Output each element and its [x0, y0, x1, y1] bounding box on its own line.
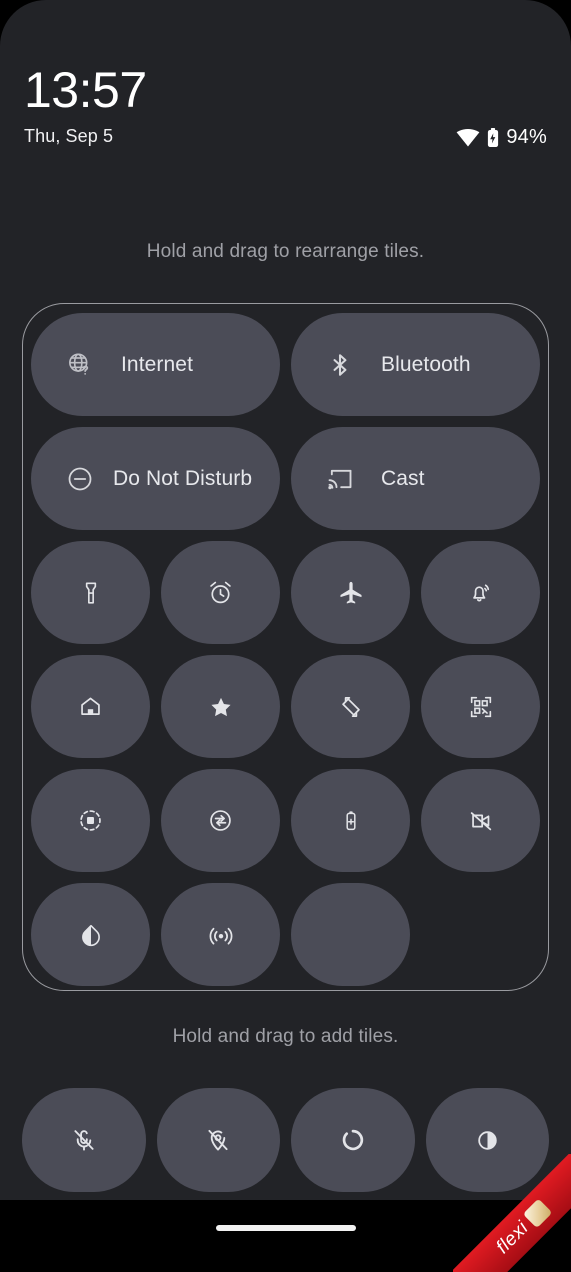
battery-percent-label: 94% [506, 126, 547, 148]
airplane-icon [336, 578, 366, 608]
tile-row [31, 655, 540, 758]
tile-battery-saver[interactable] [291, 769, 410, 872]
tile-nearby-share[interactable] [161, 883, 280, 986]
tile-data-saver[interactable] [161, 769, 280, 872]
tile-cast[interactable]: Cast [291, 427, 540, 530]
tile-row: Do Not Disturb Cast [31, 427, 540, 530]
auto-rotate-icon [336, 692, 366, 722]
tile-qr-scanner[interactable] [421, 655, 540, 758]
tile-color-correction[interactable] [291, 1088, 415, 1192]
flashlight-icon [76, 578, 106, 608]
tile-label: Bluetooth [381, 352, 471, 376]
tile-empty-slot[interactable] [291, 883, 410, 986]
tile-row [31, 883, 540, 986]
tile-dark-theme[interactable] [31, 883, 150, 986]
tile-invert-colors[interactable] [425, 1088, 549, 1192]
tile-bluetooth[interactable]: Bluetooth [291, 313, 540, 416]
hint-add-tiles: Hold and drag to add tiles. [172, 1026, 399, 1047]
tile-internet[interactable]: Internet [31, 313, 280, 416]
navigation-bar [0, 1200, 571, 1272]
battery-icon [487, 127, 499, 148]
do-not-disturb-icon [65, 464, 95, 494]
tile-row: Internet Bluetooth [31, 313, 540, 416]
tile-label: Internet [121, 352, 194, 376]
wifi-icon [456, 128, 480, 147]
star-icon [206, 692, 236, 722]
tile-flashlight[interactable] [31, 541, 150, 644]
color-correction-icon [338, 1125, 368, 1155]
tile-row [31, 541, 540, 644]
home-icon [76, 692, 106, 722]
videocam-off-icon [466, 806, 496, 836]
qr-scanner-icon [466, 692, 496, 722]
alarm-clock-icon [206, 578, 236, 608]
tile-alarm[interactable] [161, 541, 280, 644]
battery-saver-icon [336, 806, 366, 836]
hint-rearrange-tiles: Hold and drag to rearrange tiles. [146, 241, 425, 262]
bluetooth-icon [325, 350, 355, 380]
tile-ring-vibrate[interactable] [421, 541, 540, 644]
tile-mic-access-off[interactable] [22, 1088, 146, 1192]
tile-device-controls[interactable] [31, 655, 150, 758]
status-icon-group: 94% [456, 126, 547, 149]
bell-ring-icon [466, 578, 496, 608]
quick-settings-edit-screen: 13:57 Thu, Sep 5 94% Hold and drag to re… [0, 0, 571, 1200]
tile-do-not-disturb[interactable]: Do Not Disturb [31, 427, 280, 530]
data-saver-icon [206, 806, 236, 836]
clock-time: 13:57 [24, 62, 147, 118]
contrast-icon [472, 1125, 502, 1155]
active-tiles-grid[interactable]: Internet Bluetooth Do Not Disturb Cast [22, 303, 549, 991]
available-tiles-row[interactable] [22, 1088, 549, 1192]
tile-row [31, 769, 540, 872]
tile-auto-rotate[interactable] [291, 655, 410, 758]
tile-favorites[interactable] [161, 655, 280, 758]
screen-record-icon [76, 806, 106, 836]
tile-airplane-mode[interactable] [291, 541, 410, 644]
mic-off-icon [69, 1125, 99, 1155]
status-header: 13:57 Thu, Sep 5 94% [0, 0, 571, 180]
tile-location-off[interactable] [156, 1088, 280, 1192]
globe-question-icon [65, 350, 95, 380]
tile-label: Cast [381, 466, 425, 490]
tile-screen-cast-off[interactable] [421, 769, 540, 872]
location-off-icon [203, 1125, 233, 1155]
tile-screen-record[interactable] [31, 769, 150, 872]
dark-theme-icon [76, 920, 106, 950]
phone-frame: 13:57 Thu, Sep 5 94% Hold and drag to re… [0, 0, 571, 1272]
cast-icon [325, 464, 355, 494]
tile-label: Do Not Disturb [113, 466, 253, 490]
nearby-share-icon [206, 920, 236, 950]
home-gesture-pill[interactable] [215, 1225, 356, 1231]
